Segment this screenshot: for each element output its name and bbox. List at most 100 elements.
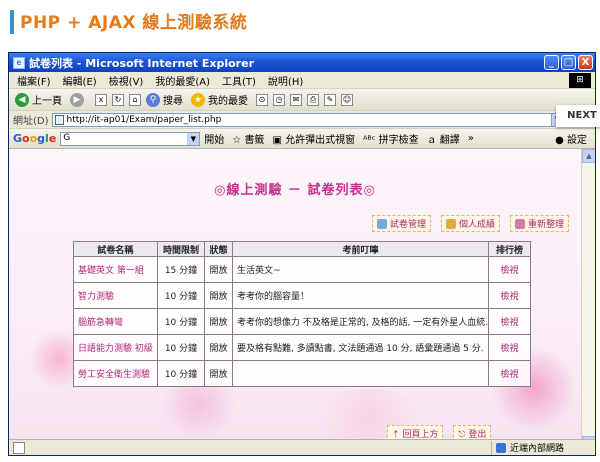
time-limit-cell: 15 分鐘 [156, 256, 206, 283]
menu-help[interactable]: 說明(H) [268, 73, 303, 88]
paper-name-link[interactable]: 腦筋急轉彎 [73, 308, 158, 335]
menu-favorites[interactable]: 我的最愛(A) [155, 73, 210, 88]
edit-icon[interactable]: ✎ [324, 93, 336, 106]
table-row: 勞工安全衛生測驗 10 分鐘 開放 檢視 [73, 360, 532, 387]
status-cell: 開放 [204, 360, 233, 387]
search-icon: ⚲ [146, 92, 160, 107]
address-input[interactable]: http://it-ap01/Exam/paper_list.php ▼ [51, 112, 565, 127]
close-button[interactable]: X [578, 55, 593, 70]
google-logo: Google [13, 132, 57, 145]
col-paper-name: 試卷名稱 [73, 241, 158, 257]
back-button[interactable]: ◀ 上一頁 [15, 92, 62, 107]
address-url: http://it-ap01/Exam/paper_list.php [66, 114, 222, 125]
view-leaderboard-link[interactable]: 檢視 [487, 334, 532, 361]
personal-scores-link[interactable]: 個人成績 [440, 215, 500, 232]
search-label: 搜尋 [163, 96, 183, 107]
favorites-button[interactable]: ★ 我的最愛 [191, 92, 248, 107]
star-icon: ★ [191, 92, 205, 107]
status-cell: 開放 [204, 256, 233, 283]
ie-window: e 試卷列表 - Microsoft Internet Explorer _ □… [8, 52, 596, 456]
popup-blocker-button[interactable]: ▣ 允許彈出式視窗 [272, 131, 355, 146]
view-leaderboard-link[interactable]: 檢視 [487, 308, 532, 335]
next-button[interactable]: NEXT [556, 105, 600, 127]
forward-button[interactable]: ▶ [70, 92, 87, 107]
home-icon[interactable]: ⌂ [129, 93, 141, 106]
window-titlebar: e 試卷列表 - Microsoft Internet Explorer _ □… [9, 53, 595, 72]
page-title: ◎線上測驗 － 試卷列表◎ [214, 183, 376, 198]
menu-view[interactable]: 檢視(V) [109, 73, 144, 88]
time-limit-cell: 10 分鐘 [156, 308, 206, 335]
refresh-link[interactable]: 重新整理 [509, 215, 569, 232]
chart-icon [445, 218, 456, 229]
media-icon[interactable]: ⊙ [256, 93, 268, 106]
col-notes: 考前叮嚀 [231, 241, 489, 257]
back-arrow-icon: ◀ [15, 92, 29, 107]
minimize-button[interactable]: _ [544, 55, 559, 70]
paper-name-link[interactable]: 日語能力測驗 初級 [73, 334, 158, 361]
standard-toolbar: ◀ 上一頁 ▶ x ↻ ⌂ ⚲ 搜尋 ★ 我的最愛 ⊙ ◷ ✉ ⎙ ✎ ☺ [9, 89, 595, 111]
table-row: 腦筋急轉彎 10 分鐘 開放 考考你的想像力 不及格是正常的, 及格的話, 一定… [73, 308, 532, 335]
vertical-scrollbar[interactable]: ▲ ▼ [581, 149, 595, 450]
table-header-row: 試卷名稱 時間限制 狀態 考前叮嚀 排行榜 [73, 241, 532, 257]
search-button[interactable]: ⚲ 搜尋 [146, 92, 183, 107]
refresh-icon [514, 218, 525, 229]
status-cell: 開放 [204, 308, 233, 335]
back-label: 上一頁 [32, 96, 62, 107]
paper-name-link[interactable]: 勞工安全衛生測驗 [73, 360, 158, 387]
table-row: 日語能力測驗 初級 10 分鐘 開放 要及格有點難, 多讀點書, 文法題通過 1… [73, 334, 532, 361]
table-row: 智力測驗 10 分鐘 開放 考考你的腦容量！ 檢視 [73, 282, 532, 309]
google-go-button[interactable]: 開始 [204, 131, 224, 146]
window-title: 試卷列表 - Microsoft Internet Explorer [29, 56, 254, 70]
more-button[interactable]: » [468, 133, 474, 144]
google-toolbar: Google G ▼ 開始 ☆ 書籤 ▣ 允許彈出式視窗 ᴬᴮᶜ 拼字檢查 ａ … [9, 129, 595, 149]
refresh-icon[interactable]: ↻ [112, 93, 124, 106]
menu-bar: 檔案(F) 編輯(E) 檢視(V) 我的最愛(A) 工具(T) 說明(H) ⊞ [9, 72, 595, 89]
google-settings-button[interactable]: ● 設定 [555, 131, 587, 146]
google-bookmarks-button[interactable]: ☆ 書籤 [232, 131, 264, 146]
favorites-label: 我的最愛 [208, 96, 248, 107]
messenger-icon[interactable]: ☺ [341, 93, 353, 106]
slide-accent-bar [10, 10, 14, 34]
view-leaderboard-link[interactable]: 檢視 [487, 360, 532, 387]
history-icon[interactable]: ◷ [273, 93, 285, 106]
menu-edit[interactable]: 編輯(E) [63, 73, 97, 88]
chevron-down-icon[interactable]: ▼ [187, 132, 200, 145]
scroll-up-icon[interactable]: ▲ [582, 149, 595, 163]
slide-title: PHP + AJAX 線上測驗系統 [16, 4, 276, 33]
google-search-input[interactable]: G ▼ [60, 131, 201, 146]
notes-cell: 考考你的想像力 不及格是正常的, 及格的話, 一定有外星人血統... [231, 308, 489, 335]
ie-page-icon: e [13, 56, 25, 69]
menu-file[interactable]: 檔案(F) [17, 73, 51, 88]
mail-icon[interactable]: ✉ [290, 93, 302, 106]
view-leaderboard-link[interactable]: 檢視 [487, 282, 532, 309]
spell-check-button[interactable]: ᴬᴮᶜ 拼字檢查 [363, 131, 419, 146]
forward-arrow-icon: ▶ [70, 92, 84, 107]
stop-icon[interactable]: x [95, 93, 107, 106]
page-icon [54, 114, 64, 125]
col-leaderboard: 排行榜 [487, 241, 532, 257]
notes-cell [231, 360, 489, 387]
notes-cell: 考考你的腦容量！ [231, 282, 489, 309]
translate-button[interactable]: ａ 翻譯 [427, 131, 460, 146]
status-bar: 近端內部網路 [9, 439, 595, 455]
slide-header: PHP + AJAX 線上測驗系統 [0, 0, 600, 40]
address-label: 網址(D) [13, 116, 49, 127]
paper-name-link[interactable]: 智力測驗 [73, 282, 158, 309]
window-controls: _ □ X [544, 55, 593, 70]
paper-table: 試卷名稱 時間限制 狀態 考前叮嚀 排行榜 基礎英文 第一組 15 分鐘 開放 … [73, 241, 532, 387]
notes-cell: 要及格有點難, 多讀點書, 文法題通過 10 分, 語彙題通過 5 分. [231, 334, 489, 361]
time-limit-cell: 10 分鐘 [156, 282, 206, 309]
print-icon[interactable]: ⎙ [307, 93, 319, 106]
status-cell: 開放 [204, 282, 233, 309]
status-cell: 開放 [204, 334, 233, 361]
intranet-icon [496, 442, 506, 453]
maximize-button[interactable]: □ [561, 55, 576, 70]
paper-name-link[interactable]: 基礎英文 第一組 [73, 256, 158, 283]
paper-management-link[interactable]: 試卷管理 [371, 215, 431, 232]
menu-tools[interactable]: 工具(T) [222, 73, 256, 88]
windows-logo-icon: ⊞ [569, 73, 591, 88]
view-leaderboard-link[interactable]: 檢視 [487, 256, 532, 283]
security-zone: 近端內部網路 [491, 440, 591, 455]
address-bar: 網址(D) http://it-ap01/Exam/paper_list.php… [9, 111, 595, 129]
zone-label: 近端內部網路 [510, 444, 565, 454]
